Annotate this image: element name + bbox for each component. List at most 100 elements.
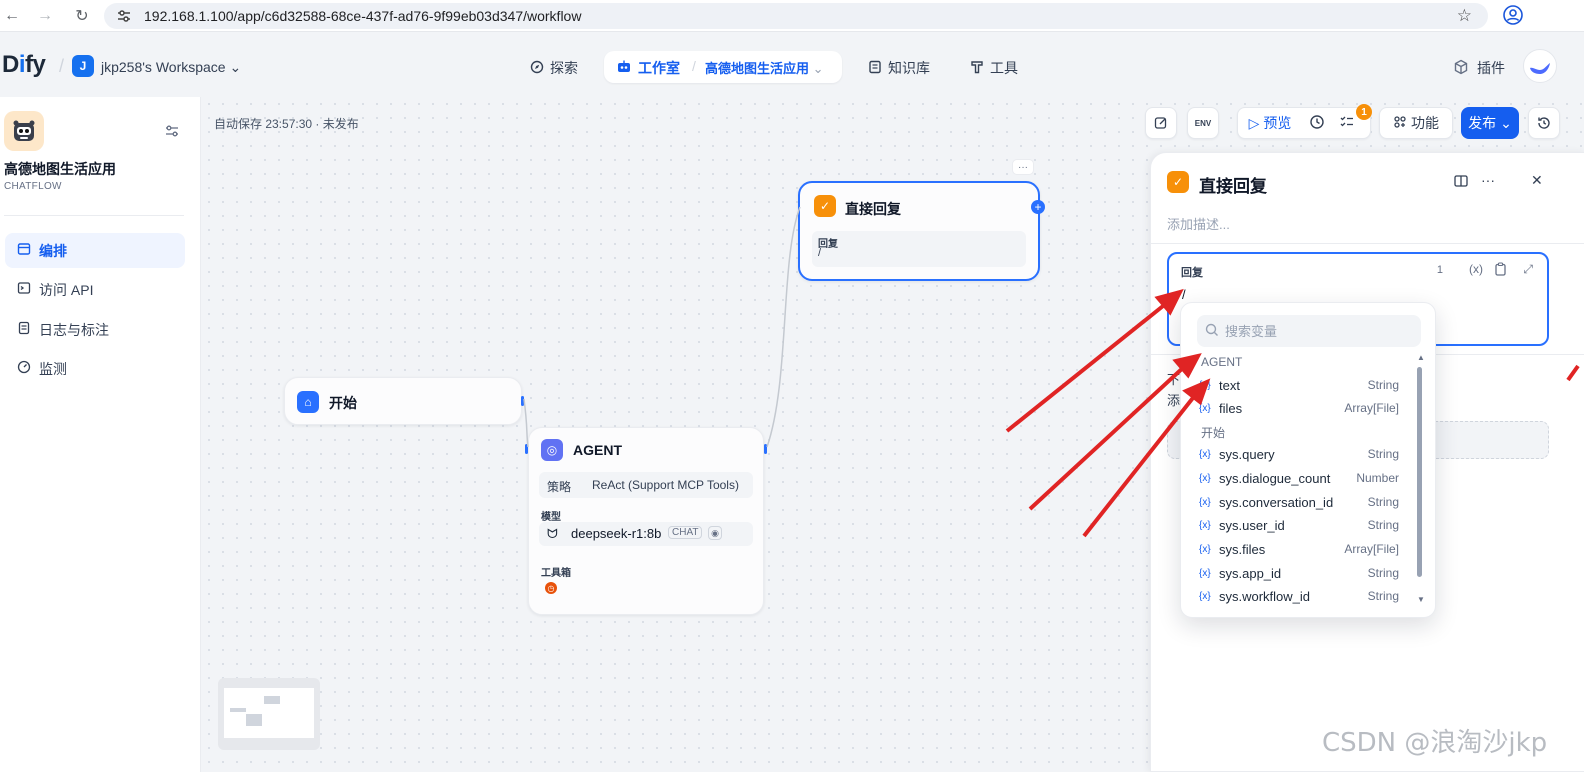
- var-type: String: [1367, 378, 1399, 392]
- forward-icon[interactable]: →: [33, 4, 57, 28]
- sidebar-item-logs[interactable]: 日志与标注: [5, 312, 185, 347]
- split-view-icon[interactable]: [1453, 173, 1469, 192]
- agent-node[interactable]: ◎ AGENT 策略 ReAct (Support MCP Tools) 模型 …: [528, 427, 764, 615]
- run-history-button[interactable]: [1302, 108, 1332, 138]
- sidebar-item-monitoring[interactable]: 监测: [5, 351, 185, 386]
- chevron-down-icon: ⌄: [812, 61, 824, 76]
- minimap-node-agent: [246, 714, 262, 726]
- var-type: String: [1367, 566, 1399, 580]
- layout-icon: [17, 242, 31, 259]
- copy-icon[interactable]: [1494, 262, 1507, 279]
- history-clock-icon: [1309, 114, 1325, 133]
- minimap[interactable]: [218, 678, 320, 750]
- publish-button[interactable]: 发布 ⌄: [1461, 107, 1519, 139]
- expand-icon[interactable]: ⤢: [1523, 262, 1533, 277]
- node-more-icon[interactable]: ···: [1012, 159, 1034, 175]
- var-name: sys.app_id: [1219, 565, 1282, 581]
- variable-icon: {x}: [1199, 379, 1211, 391]
- var-item[interactable]: {x} sys.workflow_id String: [1199, 585, 1399, 607]
- answer-reply-box: 回复 /: [812, 231, 1026, 267]
- env-icon: ENV: [1194, 118, 1212, 128]
- features-button[interactable]: 功能: [1379, 107, 1453, 139]
- variable-icon: {x}: [1199, 496, 1211, 508]
- nav-studio[interactable]: 工作室: [616, 58, 680, 78]
- env-button[interactable]: ENV: [1187, 107, 1219, 139]
- var-item[interactable]: {x} sys.user_id String: [1199, 514, 1399, 536]
- nav-plugins-label: 插件: [1477, 60, 1505, 76]
- workspace-switcher[interactable]: jkp258's Workspace ⌄: [101, 59, 241, 76]
- app-header: Dify / J jkp258's Workspace ⌄ 探索 工作室 / 高…: [0, 33, 1584, 97]
- start-node-output-handle[interactable]: [521, 396, 524, 406]
- var-type: String: [1367, 495, 1399, 509]
- address-bar[interactable]: 192.168.1.100/app/c6d32588-68ce-437f-ad7…: [104, 3, 1488, 29]
- watermark-text: CSDN @浪淘沙jkp: [1322, 728, 1548, 758]
- user-avatar[interactable]: [1523, 49, 1557, 83]
- var-item[interactable]: {x} sys.query String: [1199, 443, 1399, 465]
- import-button[interactable]: [1145, 107, 1177, 139]
- more-options-icon[interactable]: ···: [1481, 172, 1495, 188]
- current-app-name: 高德地图生活应用: [705, 61, 810, 76]
- insert-variable-icon[interactable]: (x): [1469, 262, 1483, 276]
- scroll-up-icon[interactable]: ▲: [1417, 353, 1425, 362]
- agent-icon: ◎: [541, 439, 563, 461]
- sidebar-item-api[interactable]: 访问 API: [5, 272, 185, 307]
- nav-tools[interactable]: 工具: [970, 58, 1018, 78]
- var-item[interactable]: {x} sys.conversation_id String: [1199, 491, 1399, 513]
- nav-knowledge-label: 知识库: [888, 60, 930, 76]
- logo-text-fy: fy: [25, 51, 46, 78]
- var-type: Array[File]: [1344, 542, 1399, 556]
- var-item[interactable]: {x} sys.dialogue_count Number: [1199, 467, 1399, 489]
- var-type: String: [1367, 518, 1399, 532]
- preview-button[interactable]: ▷ 预览: [1238, 108, 1302, 138]
- app-settings-icon[interactable]: [164, 123, 180, 142]
- reload-icon[interactable]: ↻: [70, 4, 94, 28]
- variable-search[interactable]: [1197, 315, 1421, 347]
- panel-title: 直接回复: [1199, 177, 1267, 196]
- vision-eye-icon: ◉: [708, 526, 722, 540]
- description-input[interactable]: 添加描述...: [1167, 214, 1230, 233]
- var-name: sys.conversation_id: [1219, 494, 1334, 510]
- bookmark-star-icon[interactable]: ☆: [1457, 6, 1472, 26]
- add-next-node-icon[interactable]: +: [1031, 200, 1045, 214]
- grid-icon: [1393, 115, 1407, 132]
- var-name: sys.workflow_id: [1219, 588, 1311, 604]
- app-switcher[interactable]: 高德地图生活应用 ⌄: [705, 58, 824, 77]
- var-item[interactable]: {x} text String: [1199, 374, 1399, 396]
- dify-logo[interactable]: Dify: [2, 51, 46, 79]
- profile-icon[interactable]: [1502, 4, 1524, 29]
- back-icon[interactable]: ←: [0, 4, 24, 28]
- minimap-viewport: [224, 688, 314, 738]
- version-history-button[interactable]: [1528, 107, 1560, 139]
- checklist-badge: 1: [1356, 104, 1372, 120]
- var-item[interactable]: {x} sys.files Array[File]: [1199, 538, 1399, 560]
- autosave-status: 自动保存 23:57:30 · 未发布: [214, 117, 359, 131]
- dropdown-scrollbar[interactable]: [1417, 367, 1422, 577]
- variable-search-input[interactable]: [1225, 323, 1405, 339]
- var-item[interactable]: {x} sys.app_id String: [1199, 562, 1399, 584]
- site-settings-icon[interactable]: [116, 8, 132, 27]
- var-item[interactable]: {x} files Array[File]: [1199, 397, 1399, 419]
- home-icon: ⌂: [297, 391, 319, 413]
- var-name: sys.query: [1219, 446, 1275, 462]
- var-type: String: [1367, 589, 1399, 603]
- minimap-node-start: [230, 708, 246, 712]
- browser-toolbar: ← → ↻ 192.168.1.100/app/c6d32588-68ce-43…: [0, 0, 1584, 32]
- close-icon[interactable]: ✕: [1531, 172, 1543, 189]
- nav-tools-label: 工具: [990, 60, 1018, 76]
- agent-node-output-handle[interactable]: [764, 444, 767, 454]
- nav-explore[interactable]: 探索: [530, 58, 578, 78]
- answer-node[interactable]: ✓ 直接回复 回复 /: [798, 181, 1040, 281]
- minimap-node-answer: [264, 696, 280, 704]
- sidebar-item-orchestrate[interactable]: 编排: [5, 233, 185, 268]
- preview-label: 预览: [1263, 115, 1292, 131]
- nav-knowledge[interactable]: 知识库: [868, 58, 930, 78]
- nav-plugins[interactable]: 插件: [1453, 58, 1505, 78]
- workspace-avatar[interactable]: J: [72, 55, 94, 77]
- var-group-agent: AGENT: [1201, 355, 1243, 369]
- start-node[interactable]: ⌂ 开始: [284, 377, 522, 425]
- agent-node-input-handle[interactable]: [525, 444, 528, 454]
- book-icon: [868, 60, 882, 77]
- nav-studio-pill[interactable]: 工作室 / 高德地图生活应用 ⌄: [604, 51, 842, 83]
- compass-icon: [530, 60, 544, 77]
- scroll-down-icon[interactable]: ▼: [1417, 595, 1425, 604]
